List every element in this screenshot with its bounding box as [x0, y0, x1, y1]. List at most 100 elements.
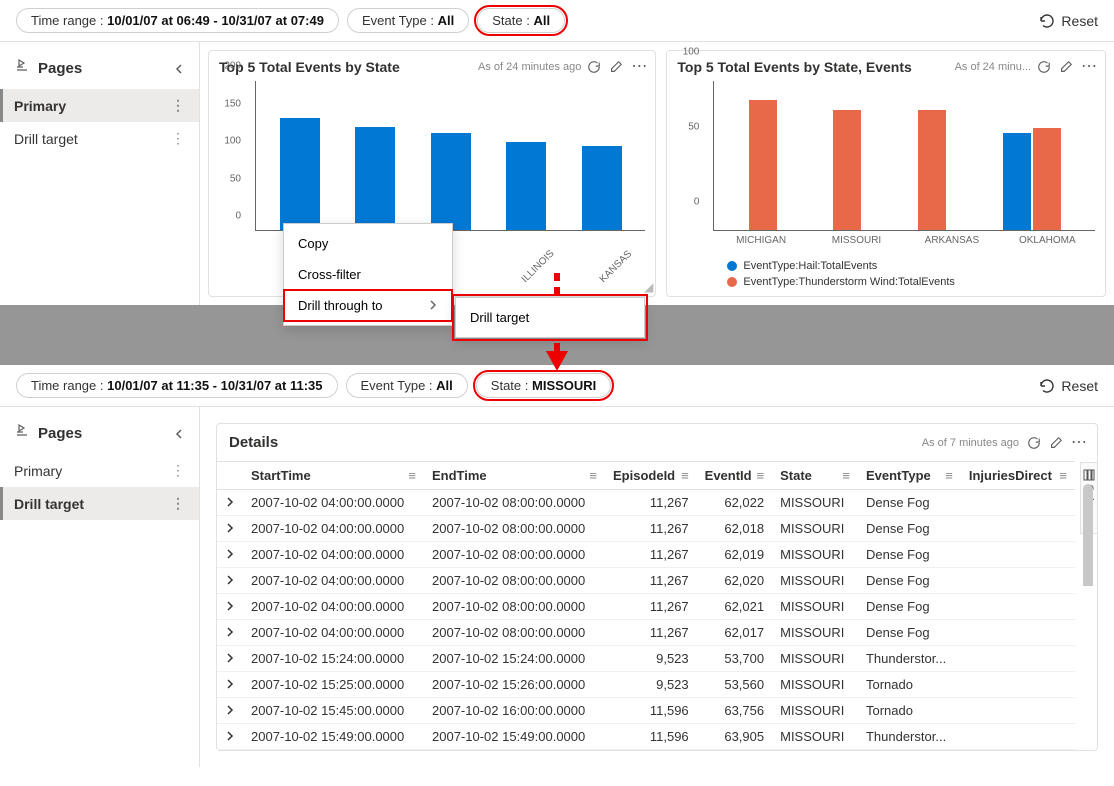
- cell: 62,019: [697, 542, 772, 568]
- cell: 2007-10-02 08:00:00.0000: [424, 568, 605, 594]
- table-row[interactable]: 2007-10-02 04:00:00.00002007-10-02 08:00…: [217, 516, 1075, 542]
- page-item-more-icon[interactable]: ⋮: [171, 130, 185, 147]
- table-row[interactable]: 2007-10-02 15:45:00.00002007-10-02 16:00…: [217, 698, 1075, 724]
- page-item-more-icon[interactable]: ⋮: [171, 462, 185, 479]
- column-header-eventid[interactable]: EventId ≡: [697, 462, 772, 490]
- collapse-sidebar-icon[interactable]: [173, 63, 185, 75]
- page-item-more-icon[interactable]: ⋮: [171, 495, 185, 512]
- pages-icon: [14, 423, 30, 444]
- table-row[interactable]: 2007-10-02 04:00:00.00002007-10-02 08:00…: [217, 620, 1075, 646]
- table-row[interactable]: 2007-10-02 15:24:00.00002007-10-02 15:24…: [217, 646, 1075, 672]
- cell: 11,267: [605, 594, 697, 620]
- expand-row-icon[interactable]: [217, 672, 243, 698]
- chart-bar[interactable]: [280, 118, 320, 231]
- reset-label: Reset: [1061, 378, 1098, 394]
- column-header-episodeid[interactable]: EpisodeId ≡: [605, 462, 697, 490]
- cell: MISSOURI: [772, 724, 858, 750]
- reset-button[interactable]: Reset: [1039, 378, 1098, 394]
- cell: [961, 490, 1075, 516]
- page-item-more-icon[interactable]: ⋮: [171, 97, 185, 114]
- event-type-filter[interactable]: Event Type : All: [346, 373, 468, 398]
- context-menu-crossfilter[interactable]: Cross-filter: [284, 259, 452, 290]
- legend-dot-icon: [727, 261, 737, 271]
- context-submenu-drill-target[interactable]: Drill target: [456, 302, 644, 333]
- more-icon[interactable]: ⋯: [1071, 436, 1085, 450]
- expand-row-icon[interactable]: [217, 516, 243, 542]
- cell: 53,560: [697, 672, 772, 698]
- details-subtitle: As of 7 minutes ago: [922, 437, 1019, 449]
- sidebar-item-drill-target[interactable]: Drill target ⋮: [0, 487, 199, 520]
- chart-bar[interactable]: [1003, 133, 1031, 231]
- cell: 62,018: [697, 516, 772, 542]
- cell: Dense Fog: [858, 620, 961, 646]
- cell: 2007-10-02 15:24:00.0000: [424, 646, 605, 672]
- state-filter[interactable]: State : MISSOURI: [476, 373, 612, 398]
- sidebar-item-primary[interactable]: Primary ⋮: [0, 89, 199, 122]
- chart-bar[interactable]: [1033, 128, 1061, 230]
- state-value: MISSOURI: [532, 378, 596, 393]
- y-tick-label: 100: [224, 136, 241, 147]
- expand-row-icon[interactable]: [217, 568, 243, 594]
- cell: [961, 542, 1075, 568]
- reset-button[interactable]: Reset: [1039, 13, 1098, 29]
- column-header-endtime[interactable]: EndTime ≡: [424, 462, 605, 490]
- cell: 11,267: [605, 516, 697, 542]
- columns-icon: [1083, 469, 1095, 481]
- state-filter[interactable]: State : All: [477, 8, 565, 33]
- refresh-icon[interactable]: [587, 60, 601, 74]
- chart-bar[interactable]: [749, 100, 777, 231]
- chart-bar[interactable]: [355, 127, 395, 231]
- details-card: Details As of 7 minutes ago ⋯ Columns St…: [216, 423, 1098, 751]
- time-range-filter[interactable]: Time range : 10/01/07 at 06:49 - 10/31/0…: [16, 8, 339, 33]
- expand-row-icon[interactable]: [217, 620, 243, 646]
- expand-row-icon[interactable]: [217, 490, 243, 516]
- reset-label: Reset: [1061, 13, 1098, 29]
- expand-row-icon[interactable]: [217, 646, 243, 672]
- column-header-eventtype[interactable]: EventType ≡: [858, 462, 961, 490]
- expand-row-icon[interactable]: [217, 724, 243, 750]
- edit-icon[interactable]: [609, 60, 623, 74]
- table-row[interactable]: 2007-10-02 04:00:00.00002007-10-02 08:00…: [217, 594, 1075, 620]
- table-row[interactable]: 2007-10-02 04:00:00.00002007-10-02 08:00…: [217, 490, 1075, 516]
- chart-bar[interactable]: [918, 110, 946, 230]
- time-range-filter[interactable]: Time range : 10/01/07 at 11:35 - 10/31/0…: [16, 373, 338, 398]
- column-header-state[interactable]: State ≡: [772, 462, 858, 490]
- expand-row-icon[interactable]: [217, 542, 243, 568]
- cell: MISSOURI: [772, 542, 858, 568]
- chart-bar[interactable]: [833, 110, 861, 230]
- sidebar-item-primary[interactable]: Primary ⋮: [0, 454, 199, 487]
- more-icon[interactable]: ⋯: [1081, 60, 1095, 74]
- more-icon[interactable]: ⋯: [631, 60, 645, 74]
- cell: 63,756: [697, 698, 772, 724]
- refresh-icon[interactable]: [1037, 60, 1051, 74]
- cell: 2007-10-02 15:25:00.0000: [243, 672, 424, 698]
- context-menu-drillthrough[interactable]: Drill through to: [284, 290, 452, 321]
- cell: MISSOURI: [772, 568, 858, 594]
- state-label: State :: [492, 13, 530, 28]
- collapse-sidebar-icon[interactable]: [173, 428, 185, 440]
- refresh-icon[interactable]: [1027, 436, 1041, 450]
- scrollbar[interactable]: [1083, 484, 1093, 740]
- table-row[interactable]: 2007-10-02 15:25:00.00002007-10-02 15:26…: [217, 672, 1075, 698]
- event-type-filter[interactable]: Event Type : All: [347, 8, 469, 33]
- cell: [961, 568, 1075, 594]
- context-menu-copy[interactable]: Copy: [284, 228, 452, 259]
- edit-icon[interactable]: [1059, 60, 1073, 74]
- column-header-injuriesdirect[interactable]: InjuriesDirect ≡: [961, 462, 1075, 490]
- table-row[interactable]: 2007-10-02 04:00:00.00002007-10-02 08:00…: [217, 568, 1075, 594]
- table-row[interactable]: 2007-10-02 15:49:00.00002007-10-02 15:49…: [217, 724, 1075, 750]
- table-row[interactable]: 2007-10-02 04:00:00.00002007-10-02 08:00…: [217, 542, 1075, 568]
- expand-row-icon[interactable]: [217, 698, 243, 724]
- expand-row-icon[interactable]: [217, 594, 243, 620]
- context-submenu: Drill target: [455, 297, 645, 338]
- resize-handle-icon[interactable]: ◢: [644, 280, 653, 294]
- edit-icon[interactable]: [1049, 436, 1063, 450]
- sidebar-item-drill-target[interactable]: Drill target ⋮: [0, 122, 199, 155]
- y-tick-label: 200: [224, 61, 241, 72]
- chart-bar[interactable]: [506, 142, 546, 231]
- chart-bar[interactable]: [582, 146, 622, 230]
- chart-bar[interactable]: [431, 133, 471, 231]
- sidebar-item-label: Primary: [14, 98, 66, 114]
- chart-plot[interactable]: 050100 MICHIGANMISSOURIARKANSASOKLAHOMA: [667, 75, 1105, 256]
- column-header-starttime[interactable]: StartTime ≡: [243, 462, 424, 490]
